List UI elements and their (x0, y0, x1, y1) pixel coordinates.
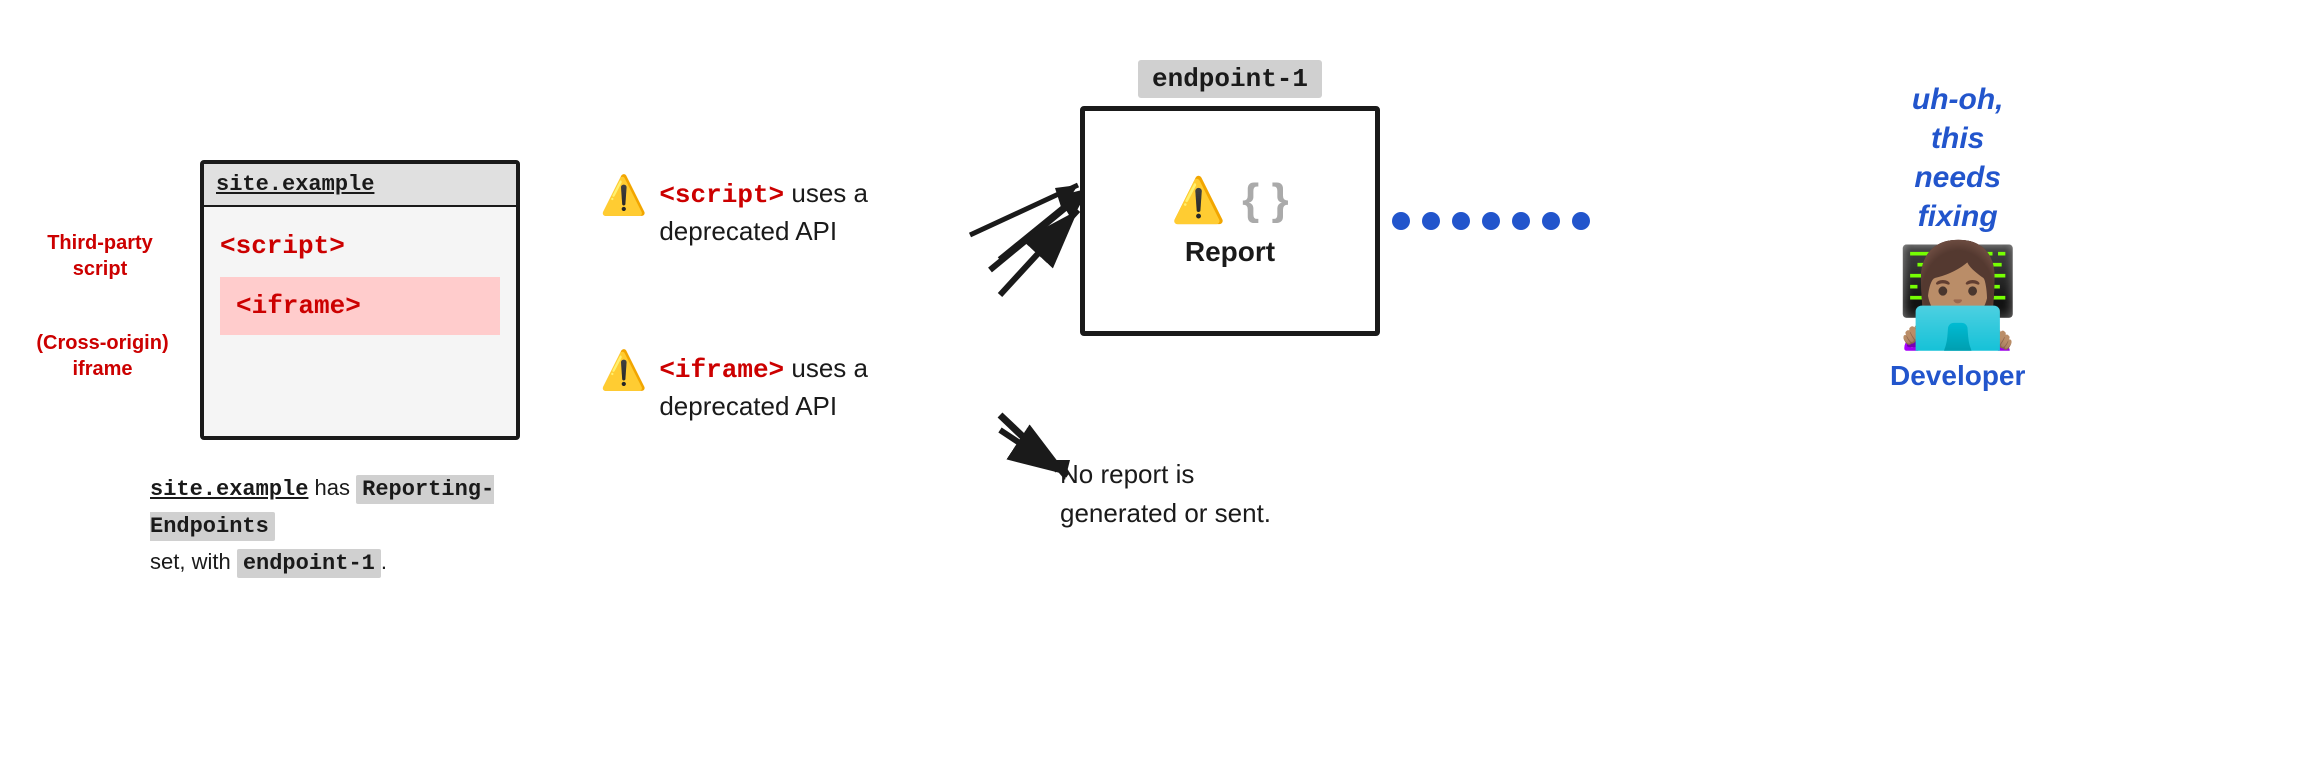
third-party-label: Third-party script (30, 230, 170, 282)
developer-section: uh-oh, this needs fixing 👩🏽‍💻 Developer (1890, 80, 2025, 392)
iframe-tag-box: <iframe> (220, 277, 500, 335)
site-example-box: site.example <script> <iframe> (200, 160, 520, 440)
warning-script-block: ⚠️ <script> uses adeprecated API (600, 175, 970, 250)
warning-iframe-block: ⚠️ <iframe> uses adeprecated API (600, 350, 970, 425)
developer-label: Developer (1890, 360, 2025, 392)
site-title: site.example (204, 164, 516, 207)
endpoint-ref-code: endpoint-1 (237, 549, 381, 578)
endpoint-box: ⚠️ { } Report (1080, 106, 1380, 336)
dot-2 (1422, 212, 1440, 230)
endpoint-warning-icon: ⚠️ (1171, 174, 1226, 226)
dot-4 (1482, 212, 1500, 230)
site-content: <script> <iframe> (204, 207, 516, 351)
endpoint-label: endpoint-1 (1138, 60, 1322, 98)
uh-oh-text: uh-oh, this needs fixing (1912, 80, 2004, 236)
site-example-ref: site.example (150, 477, 308, 502)
cross-origin-label: (Cross-origin) iframe (30, 330, 175, 382)
warning-icon-1: ⚠️ (600, 177, 647, 215)
script-tag-warning: <script> (659, 180, 784, 210)
iframe-tag-label: <iframe> (236, 291, 361, 321)
endpoint-icons: ⚠️ { } (1171, 174, 1288, 226)
dot-3 (1452, 212, 1470, 230)
endpoint-box-wrapper: endpoint-1 ⚠️ { } Report (1080, 60, 1380, 336)
dot-5 (1512, 212, 1530, 230)
site-bottom-description: site.example has Reporting-Endpoints set… (150, 470, 570, 582)
endpoint-curly-braces: { } (1242, 175, 1288, 225)
dotted-line (1392, 212, 1590, 230)
warning-iframe-text: <iframe> uses adeprecated API (659, 350, 868, 425)
iframe-tag-warning: <iframe> (659, 355, 784, 385)
no-report-text: No report isgenerated or sent. (1060, 455, 1380, 533)
endpoint-report-label: Report (1185, 236, 1275, 268)
script-tag-label: <script> (220, 223, 500, 269)
warning-icon-2: ⚠️ (600, 352, 647, 390)
warning-script-text: <script> uses adeprecated API (659, 175, 868, 250)
dot-7 (1572, 212, 1590, 230)
developer-emoji: 👩🏽‍💻 (1895, 246, 2020, 346)
diagram-container: site.example <script> <iframe> Third-par… (0, 0, 2324, 762)
dot-6 (1542, 212, 1560, 230)
dot-1 (1392, 212, 1410, 230)
